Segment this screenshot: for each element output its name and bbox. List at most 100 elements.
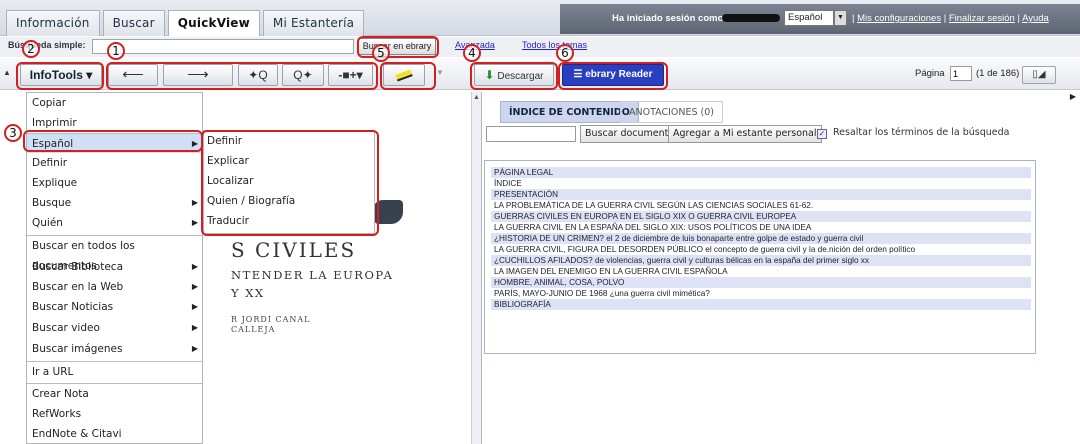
callout-box-espanol (23, 130, 203, 152)
chevron-right-icon: ▶ (191, 323, 198, 332)
menu-item-endnote[interactable]: EndNote & Citavi (27, 424, 202, 444)
main-tabs: Información Buscar QuickView Mi Estanter… (6, 10, 367, 36)
menu-item-ir-a-url[interactable]: Ir a URL (27, 361, 202, 381)
book-title: S CIVILES (231, 238, 357, 262)
fit-page-icon[interactable]: ▯◢ (1022, 66, 1056, 84)
tab-quickview[interactable]: QuickView (167, 10, 260, 36)
menu-item-label: Buscar en la Web (32, 281, 124, 293)
chevron-right-icon: ▶ (191, 344, 198, 353)
highlight-label: Resaltar los términos de la búsqueda (833, 127, 1010, 138)
callout-number-5: 5 (372, 44, 390, 62)
tab-anotaciones[interactable]: ANOTACIONES (0) (620, 101, 724, 123)
search-bar: Búsqueda simple: Buscar en ebrary Avanza… (0, 37, 1080, 57)
agregar-estante-button[interactable]: Agregar a Mi estante personal (668, 125, 822, 143)
menu-item-definir[interactable]: Definir (27, 153, 202, 173)
callout-box-navigation (106, 62, 378, 90)
tab-mi-estanteria[interactable]: Mi Estantería (262, 10, 365, 36)
collapse-up-icon[interactable]: ▲ (472, 94, 481, 101)
menu-item-copiar[interactable]: Copiar (27, 93, 202, 113)
menu-item-label: Buscar Biblioteca (32, 261, 124, 273)
callout-number-1: 1 (107, 42, 125, 60)
toc-item[interactable]: PRESENTACIÓN (491, 189, 1031, 200)
callout-box-search (357, 36, 439, 58)
menu-item-label: Buscar imágenes (32, 343, 123, 355)
toc-item[interactable]: ÍNDICE (491, 178, 1031, 189)
menu-item-label: Ir a URL (32, 366, 74, 378)
book-authors-2: CALLEJA (231, 325, 276, 334)
chevron-right-icon: ▶ (191, 198, 198, 207)
menu-item-buscar-biblioteca[interactable]: Buscar Biblioteca ▶ (27, 257, 202, 277)
link-mis-configuraciones[interactable]: Mis configuraciones (857, 13, 941, 24)
tab-buscar[interactable]: Buscar (102, 10, 165, 36)
toc-item[interactable]: LA IMAGEN DEL ENEMIGO EN LA GUERRA CIVIL… (491, 266, 1031, 277)
menu-item-buscar-video[interactable]: Buscar video ▶ (27, 318, 202, 338)
session-label: Ha iniciado sesión como: (612, 13, 727, 24)
toc-item[interactable]: ¿CUCHILLOS AFILADOS? de violencias, guer… (491, 255, 1031, 266)
menu-item-label: RefWorks (32, 408, 82, 420)
book-authors: R JORDI CANAL (231, 315, 311, 324)
chevron-down-icon[interactable]: ▼ (834, 10, 847, 26)
search-input[interactable] (92, 39, 354, 54)
callout-number-3: 3 (4, 124, 22, 142)
menu-item-label: Busque (32, 197, 72, 209)
toc-item[interactable]: ¿HISTORIA DE UN CRIMEN? el 2 de diciembr… (491, 233, 1031, 244)
menu-item-crear-nota[interactable]: Crear Nota (27, 383, 202, 403)
expand-right-icon[interactable]: ▶ (1070, 92, 1076, 101)
menu-item-explique[interactable]: Explique (27, 173, 202, 193)
book-subtitle-2: Y XX (231, 286, 265, 300)
toc-item[interactable]: GUERRAS CIVILES EN EUROPA EN EL SIGLO XI… (491, 211, 1031, 222)
menu-item-buscar-noticias[interactable]: Buscar Noticias ▶ (27, 297, 202, 317)
menu-item-label: EndNote & Citavi (32, 428, 122, 440)
book-subtitle: NTENDER LA EUROPA (231, 268, 394, 282)
link-todos-los-temas[interactable]: Todos los temas (522, 40, 587, 50)
language-select[interactable]: Español (784, 10, 834, 26)
buscar-documento-button[interactable]: Buscar documento (580, 125, 680, 143)
collapse-icon[interactable]: ▲ (3, 68, 11, 77)
menu-item-label: Definir (32, 157, 68, 169)
menu-item-busque[interactable]: Busque ▶ (27, 193, 202, 213)
callout-box-download (470, 62, 558, 90)
menu-item-buscar-web[interactable]: Buscar en la Web ▶ (27, 277, 202, 297)
menu-item-quien[interactable]: Quién ▶ (27, 213, 202, 233)
menu-item-buscar-todos[interactable]: Buscar en todos los documentos (27, 235, 202, 272)
link-finalizar-sesion[interactable]: Finalizar sesión (949, 13, 1015, 24)
dropdown-icon[interactable]: ▼ (436, 68, 444, 77)
menu-item-label: Buscar video (32, 322, 100, 334)
callout-box-reader (558, 62, 668, 90)
toc-item[interactable]: HOMBRE, ANIMAL, COSA, POLVO (491, 277, 1031, 288)
page-input[interactable] (950, 66, 972, 81)
highlight-checkbox[interactable]: ✓ (817, 129, 827, 139)
menu-item-refworks[interactable]: RefWorks (27, 404, 202, 424)
toc-item[interactable]: LA GUERRA CIVIL EN LA ESPAÑA DEL SIGLO X… (491, 222, 1031, 233)
callout-box-highlight (380, 62, 436, 90)
tab-informacion[interactable]: Información (6, 10, 100, 36)
callout-number-6: 6 (556, 44, 574, 62)
document-search-input[interactable] (486, 126, 576, 142)
tab-indice[interactable]: ÍNDICE DE CONTENIDO (500, 101, 639, 123)
menu-item-label: Crear Nota (32, 388, 89, 400)
menu-item-label: Buscar Noticias (32, 301, 114, 313)
menu-item-label: Quién (32, 217, 63, 229)
chevron-right-icon: ▶ (191, 302, 198, 311)
page-label: Página (915, 68, 945, 79)
toc-item[interactable]: PARÍS, MAYO-JUNIO DE 1968 ¿una guerra ci… (491, 288, 1031, 299)
session-links: | Mis configuraciones | Finalizar sesión… (852, 13, 1049, 24)
menu-item-label: Copiar (32, 97, 67, 109)
menu-item-buscar-imagenes[interactable]: Buscar imágenes ▶ (27, 339, 202, 359)
panel-divider[interactable]: ▲ (471, 92, 481, 444)
page-total: (1 de 186) (976, 68, 1020, 79)
toc-item[interactable]: LA PROBLEMÁTICA DE LA GUERRA CIVIL SEGÚN… (491, 200, 1031, 211)
search-label: Búsqueda simple: (8, 40, 86, 50)
table-of-contents: PÁGINA LEGAL ÍNDICE PRESENTACIÓN LA PROB… (484, 160, 1036, 354)
chevron-right-icon: ▶ (191, 262, 198, 271)
chevron-right-icon: ▶ (191, 218, 198, 227)
toc-item[interactable]: LA GUERRA CIVIL, FIGURA DEL DESORDEN PÚB… (491, 244, 1031, 255)
toc-item[interactable]: PÁGINA LEGAL (491, 167, 1031, 178)
callout-box-submenu (201, 130, 379, 236)
username-redacted (722, 14, 780, 22)
link-ayuda[interactable]: Ayuda (1022, 13, 1049, 24)
toc-item[interactable]: BIBLIOGRAFÍA (491, 299, 1031, 310)
callout-number-4: 4 (463, 44, 481, 62)
callout-box-infotools (16, 62, 104, 90)
chevron-right-icon: ▶ (191, 282, 198, 291)
